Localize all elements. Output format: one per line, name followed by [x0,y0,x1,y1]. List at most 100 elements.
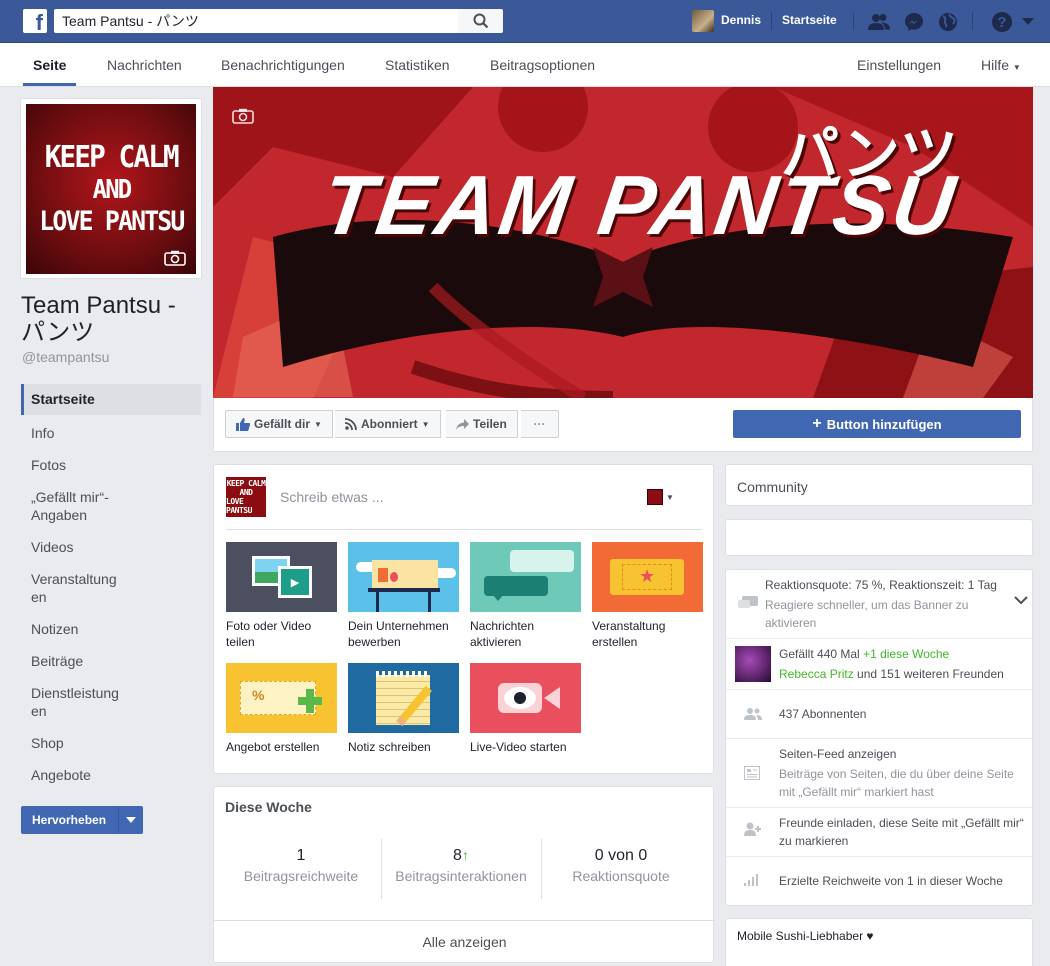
tile-label: Notiz schreiben [348,740,431,754]
page-feed-row[interactable]: Seiten-Feed anzeigen Beiträge von Seiten… [726,739,1032,808]
post-as-selector[interactable]: ▼ [647,489,677,505]
divider [771,12,772,30]
sidebar-item-likes[interactable]: „Gefällt mir“-Angaben [21,488,131,524]
tile-label: Nachrichten aktivieren [470,619,535,649]
tile-create-offer[interactable]: % Angebot erstellen [226,663,337,755]
see-all-link[interactable]: Alle anzeigen [214,920,715,963]
stat-response-rate[interactable]: 0 von 0 Reaktionsquote [541,847,701,884]
ticket-illustration: ★ [592,542,703,612]
sidebar-item-photos[interactable]: Fotos [21,456,201,474]
messenger-icon[interactable] [903,11,925,33]
plus-icon: + [812,415,822,432]
stat-post-reach[interactable]: 1 Beitragsreichweite [221,847,381,884]
caret-down-icon: ▼ [314,419,322,429]
stat-post-engagement[interactable]: 8↑ Beitragsinteraktionen [381,847,541,884]
friend-avatar[interactable] [735,646,771,682]
stat-value: 1 [296,847,306,864]
response-hint: Reagiere schneller, um das Banner zu akt… [765,598,969,630]
reach-row[interactable]: Erzielte Reichweite von 1 in dieser Woch… [726,857,1032,905]
tile-label: Foto oder Video teilen [226,619,312,649]
note-illustration [348,663,459,733]
composer-input[interactable]: Schreib etwas ... [280,489,384,505]
sidebar-item-events[interactable]: Veranstaltungen [21,570,121,606]
profile-pic-line: AND [92,175,132,206]
reach-text: Erzielte Reichweite von 1 in dieser Woch… [779,874,1003,888]
sidebar-item-home[interactable]: Startseite [21,384,201,415]
tab-help[interactable]: Hilfe ▼ [981,43,1021,86]
like-label: Gefällt dir [254,417,311,431]
chevron-down-icon[interactable] [1014,596,1028,605]
friends-rest: und 151 weiteren Freunden [857,667,1004,681]
share-label: Teilen [473,417,507,431]
tile-write-note[interactable]: Notiz schreiben [348,663,459,755]
tile-label: Angebot erstellen [226,740,320,754]
help-icon[interactable]: ? [991,11,1013,33]
sidebar-item-notes[interactable]: Notizen [21,620,201,638]
add-friend-icon [744,822,761,836]
caret-icon[interactable] [1017,11,1039,33]
avatar-text: AND [239,488,253,497]
tile-promote-business[interactable]: Dein Unternehmen bewerben [348,542,459,650]
tile-label: Veranstaltung erstellen [592,619,666,649]
profile-picture-frame[interactable]: KEEP CALM AND LOVE PANTSU [20,98,202,279]
followers-count: 437 Abonnenten [779,707,867,721]
profile-pic-line: LOVE PANTSU [38,206,185,238]
follow-button[interactable]: Abonniert ▼ [335,410,441,438]
tab-page[interactable]: Seite [23,43,77,86]
add-button-label: Button hinzufügen [826,416,942,432]
more-button[interactable]: ··· [521,410,559,438]
tab-publishing-tools[interactable]: Beitragsoptionen [490,43,595,86]
tile-enable-messages[interactable]: Nachrichten aktivieren [470,542,581,650]
sidebar-item-info[interactable]: Info [21,424,201,442]
response-rate-row[interactable]: Reaktionsquote: 75 %, Reaktionszeit: 1 T… [726,570,1032,639]
search-button[interactable] [458,9,503,33]
profile-pic-line: KEEP CALM [44,140,180,176]
camera-icon[interactable] [164,250,186,266]
like-button[interactable]: Gefällt dir ▼ [225,410,333,438]
add-button[interactable]: + Button hinzufügen [733,410,1021,438]
cover-kana: パンツ [781,120,958,188]
arrow-up-icon: ↑ [461,847,469,863]
stat-label: Beitragsinteraktionen [395,868,527,884]
globe-icon[interactable] [937,11,959,33]
invite-friends-row[interactable]: Freunde einladen, diese Seite mit „Gefäl… [726,808,1032,857]
share-button[interactable]: Teilen [446,410,518,438]
avatar-text: LOVE PANTSU [226,497,252,515]
friends-icon[interactable] [868,11,890,33]
tile-share-photo-video[interactable]: ▶ Foto oder Video teilen [226,542,337,650]
tile-create-event[interactable]: ★ Veranstaltung erstellen [592,542,703,650]
user-avatar[interactable] [692,10,714,32]
post-card[interactable]: Mobile Sushi-Liebhaber ♥ [725,918,1033,966]
sidebar-item-shop[interactable]: Shop [21,734,201,752]
tile-start-live-video[interactable]: Live-Video starten [470,663,581,755]
sidebar-item-services[interactable]: Dienstleistungen [21,684,121,720]
friend-name-link[interactable]: Rebecca Pritz [779,667,854,681]
facebook-logo-icon[interactable]: f [23,9,47,33]
sidebar-item-videos[interactable]: Videos [21,538,201,556]
promote-dropdown[interactable] [118,807,142,833]
likes-row[interactable]: Gefällt 440 Mal +1 diese Woche Rebecca P… [726,639,1032,690]
page-handle[interactable]: @teampantsu [22,349,109,365]
likes-delta: +1 diese Woche [863,647,950,661]
tab-insights[interactable]: Statistiken [385,43,450,86]
svg-text:?: ? [997,14,1006,31]
cover-photo[interactable]: TEAM PANTSU パンツ [213,87,1033,398]
home-link[interactable]: Startseite [782,13,837,27]
tab-settings[interactable]: Einstellungen [857,43,941,86]
rss-icon [345,418,357,430]
bar-chart-icon [744,874,758,886]
camera-icon[interactable] [232,108,254,124]
sidebar-item-offers[interactable]: Angebote [21,766,201,784]
user-name-link[interactable]: Dennis [721,13,761,27]
sidebar-item-posts[interactable]: Beiträge [21,652,201,670]
photo-video-illustration: ▶ [226,542,337,612]
thumbs-up-icon [236,417,250,431]
page-feed-desc: Beiträge von Seiten, die du über deine S… [779,767,1014,799]
tab-messages[interactable]: Nachrichten [107,43,182,86]
community-card[interactable]: Community [725,464,1033,506]
promote-button[interactable]: Hervorheben [21,806,143,834]
follow-label: Abonniert [361,417,418,431]
tab-notifications[interactable]: Benachrichtigungen [221,43,345,86]
followers-row[interactable]: 437 Abonnenten [726,690,1032,739]
search-input[interactable] [54,9,458,33]
